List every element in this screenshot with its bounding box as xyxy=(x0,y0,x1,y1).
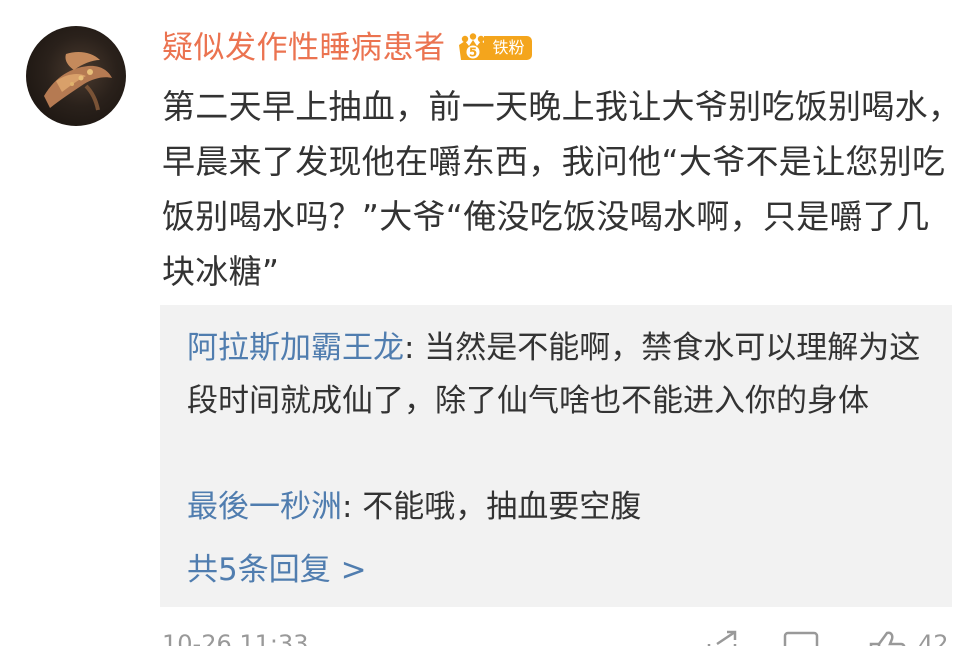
comment-time: 10-26 11:33 xyxy=(162,630,309,646)
reply-box[interactable]: 阿拉斯加霸王龙: 当然是不能啊，禁食水可以理解为这段时间就成仙了，除了仙气啥也不… xyxy=(160,305,952,607)
more-replies-link[interactable]: 共5条回复 > xyxy=(187,544,367,597)
like-icon[interactable] xyxy=(867,630,907,646)
like-count: 42 xyxy=(918,630,949,646)
comment-text: 第二天早上抽血，前一天晚上我让大爷别吃饭别喝水，早晨来了发现他在嚼东西，我问他“… xyxy=(162,87,962,291)
fan-badge[interactable]: 5 铁粉 xyxy=(456,33,532,63)
reply-item[interactable]: 最後一秒洲: 不能哦，抽血要空腹 xyxy=(187,481,937,534)
fan-badge-label: 铁粉 xyxy=(483,36,532,60)
author-name[interactable]: 疑似发作性睡病患者 xyxy=(162,20,446,76)
reply-text: : 不能哦，抽血要空腹 xyxy=(342,489,642,525)
comment-card: 疑似发作性睡病患者 5 铁粉 第二天早上抽血，前一天晚上我让大爷别吃饭别喝水，早… xyxy=(0,0,974,646)
avatar[interactable] xyxy=(26,26,126,126)
reply-author[interactable]: 阿拉斯加霸王龙 xyxy=(187,330,404,366)
avatar-image xyxy=(44,52,112,111)
fan-level: 5 xyxy=(468,46,476,60)
author-row: 疑似发作性睡病患者 5 铁粉 xyxy=(162,20,532,76)
reply-item[interactable]: 阿拉斯加霸王龙: 当然是不能啊，禁食水可以理解为这段时间就成仙了，除了仙气啥也不… xyxy=(187,322,937,428)
comment-footer: 10-26 11:33 42 xyxy=(162,630,962,646)
share-icon[interactable] xyxy=(705,630,741,646)
comment-icon[interactable] xyxy=(782,630,820,646)
reply-author[interactable]: 最後一秒洲 xyxy=(187,489,342,525)
